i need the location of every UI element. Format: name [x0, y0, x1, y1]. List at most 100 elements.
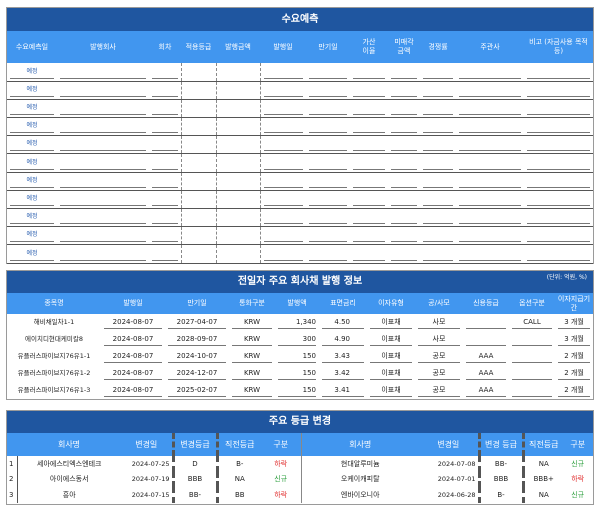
demand-forecast-section: 수요예측 수요예측일 발행회사 회차 적용등급 발행금액 발행일 만기일 가산 이율 미매각 금…: [6, 7, 594, 264]
cell: 이표채: [367, 365, 415, 382]
column-header: 발행회사: [57, 31, 149, 63]
index-header: [7, 433, 17, 456]
column-header: 비고 (자금사용 목적 등): [524, 31, 593, 63]
empty-value: [391, 65, 417, 79]
cell: [306, 135, 350, 155]
cell: [524, 135, 593, 155]
empty-value: [152, 228, 178, 243]
cell-value: 공모: [418, 367, 460, 380]
cell: AAA: [463, 382, 509, 399]
cell-value: 2 개월: [558, 367, 590, 380]
cell: [215, 135, 261, 155]
forecast-date: 예정: [10, 101, 54, 116]
cell-value: [512, 384, 552, 397]
column-header: 발행액: [275, 293, 319, 314]
empty-value: [423, 137, 453, 152]
cell: [420, 153, 456, 173]
table-row: 2 아이에스동서 2024-07-19 BBB NA 신규 오케이캐피탈 2024-07-01…: [7, 471, 593, 487]
empty-value: [309, 83, 347, 97]
empty-value: [185, 192, 213, 206]
cell-value: 사모: [418, 333, 460, 346]
empty-value: [263, 83, 303, 97]
cell: NA: [538, 490, 549, 499]
cell: [456, 244, 524, 264]
column-header: 공/사모: [415, 293, 463, 314]
cell: [509, 382, 555, 399]
empty-value: [185, 83, 213, 97]
empty-value: [185, 210, 213, 224]
empty-value: [220, 83, 257, 97]
cell-value: 4.50: [322, 316, 364, 329]
cell: 이표채: [367, 348, 415, 365]
cell: 2024-10-07: [165, 348, 229, 365]
cell: 유플러스파이브지76유1-1: [7, 348, 101, 365]
cell-value: AAA: [466, 384, 506, 397]
cell-value: 이표채: [370, 367, 412, 380]
cell: [350, 117, 388, 137]
cell: [350, 153, 388, 173]
empty-value: [527, 101, 590, 116]
cell: 공모: [415, 365, 463, 382]
cell-value: 150: [278, 367, 316, 380]
section-title-bar: 전일자 주요 회사채 발행 정보 (단위: 억원, %): [7, 271, 593, 293]
column-header: 회사명: [17, 433, 121, 456]
cell: BB: [234, 490, 245, 499]
cell: [350, 81, 388, 100]
cell-value: 3.43: [322, 350, 364, 363]
change-type: 하락: [571, 475, 585, 484]
cell: 2025-02-07: [165, 382, 229, 399]
empty-value: [353, 210, 385, 225]
cell: [388, 244, 420, 264]
column-header: 표면금리: [319, 293, 367, 314]
cell: [509, 348, 555, 365]
company-name: 엔바이오니아: [300, 487, 419, 503]
empty-value: [152, 247, 178, 261]
column-header: 신용등급: [463, 293, 509, 314]
company-name: 아이에스동서: [49, 475, 89, 484]
cell: KRW: [229, 382, 275, 399]
empty-value: [220, 174, 257, 188]
cell-value: KRW: [232, 350, 272, 363]
empty-value: [423, 65, 453, 79]
cell: [260, 172, 306, 191]
empty-value: [459, 192, 521, 206]
cell: KRW: [229, 314, 275, 331]
row-index: 3: [7, 487, 18, 503]
cell-value: 이표채: [370, 384, 412, 397]
empty-value: [185, 119, 213, 133]
cell: [306, 208, 350, 228]
empty-value: [527, 228, 590, 243]
empty-value: [459, 156, 521, 170]
empty-value: [60, 174, 146, 188]
empty-value: [353, 65, 385, 79]
cell-value: 공모: [418, 384, 460, 397]
empty-value: [263, 210, 303, 225]
cell: 2024-08-07: [101, 365, 165, 382]
cell: [215, 226, 261, 246]
cell: BBB+: [533, 475, 554, 484]
cell: 2024-08-07: [101, 382, 165, 399]
cell: 2024-12-07: [165, 365, 229, 382]
company-name: 오케이캐피탈: [300, 471, 419, 487]
empty-value: [527, 174, 590, 188]
column-header: 미매각 금액: [388, 31, 420, 63]
cell-value: 150: [278, 350, 316, 363]
cell: [180, 226, 217, 246]
empty-value: [60, 101, 146, 116]
cell-value: 2 개월: [558, 384, 590, 397]
empty-value: [60, 137, 146, 152]
cell: 에이치디현대케미칼8: [7, 331, 101, 348]
cell: 4.90: [319, 331, 367, 348]
empty-value: [527, 119, 590, 134]
cell: [388, 226, 420, 246]
rating-change-section: 주요 등급 변경 회사명 변경일 변경등급 직전등급 구분 회사명 변경일 변경 등급 직전등급…: [6, 410, 594, 505]
column-header: 회사명: [300, 433, 419, 456]
empty-value: [60, 192, 146, 206]
cell: [350, 99, 388, 119]
row-index: 1: [7, 456, 18, 472]
cell: [260, 81, 306, 100]
cell: [57, 99, 149, 119]
forecast-date: 예정: [10, 210, 54, 225]
cell: [524, 81, 593, 100]
cell: [420, 190, 456, 210]
